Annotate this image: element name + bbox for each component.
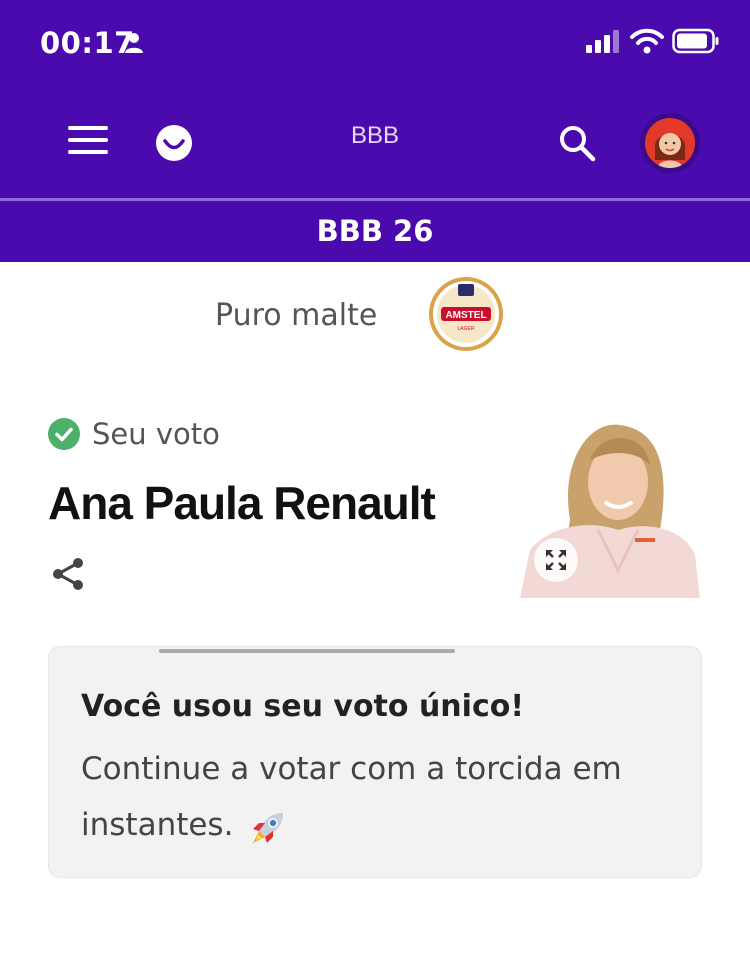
nav-title: BBB — [350, 122, 400, 149]
notice-body: Continue a votar com a torcida em instan… — [81, 751, 622, 843]
rocket-icon — [253, 812, 284, 843]
wifi-icon — [630, 28, 664, 54]
vote-label: Seu voto — [92, 417, 220, 451]
notice-body-wrapper: Continue a votar com a torcida em instan… — [81, 741, 671, 853]
cellular-signal-icon — [586, 30, 619, 53]
sponsor-text: Puro malte — [215, 298, 378, 333]
card-progress-bar — [159, 649, 455, 653]
notice-title: Você usou seu voto único! — [81, 689, 525, 724]
check-circle-icon — [48, 418, 80, 450]
status-time: 00:17 — [40, 26, 135, 60]
avatar-face — [645, 118, 695, 168]
candidate-name: Ana Paula Renault — [48, 477, 436, 529]
person-icon — [125, 33, 143, 53]
expand-icon[interactable] — [534, 538, 578, 582]
status-indicators — [586, 28, 720, 54]
battery-icon — [672, 28, 719, 54]
vote-notice-card: Você usou seu voto único! Continue a vot… — [48, 646, 702, 878]
expand-glyph — [546, 550, 566, 570]
svg-text:LAGER: LAGER — [458, 326, 475, 332]
search-icon[interactable] — [556, 122, 598, 164]
svg-text:AMSTEL: AMSTEL — [445, 310, 486, 321]
amstel-logo-icon[interactable]: AMSTEL LAGER — [428, 276, 504, 352]
sub-header-title: BBB 26 — [0, 201, 750, 262]
avatar-icon[interactable] — [640, 113, 700, 173]
share-icon[interactable] — [50, 556, 86, 592]
app-header: 00:17 BBB — [0, 0, 750, 200]
